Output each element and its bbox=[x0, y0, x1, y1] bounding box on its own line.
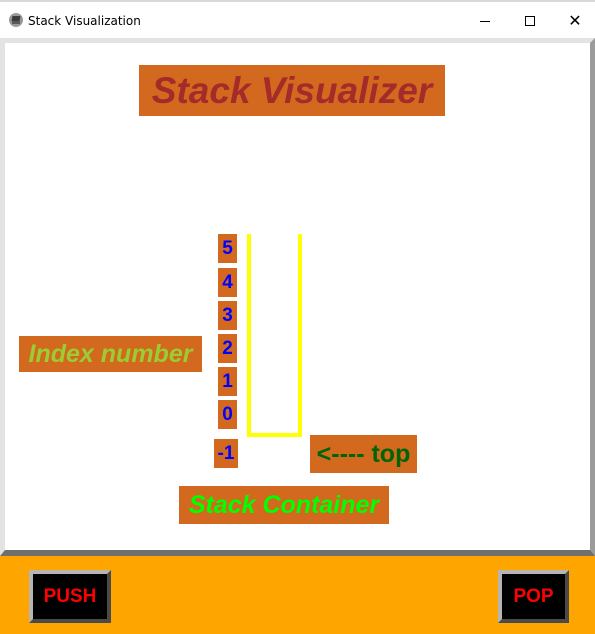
close-icon: ✕ bbox=[568, 11, 582, 30]
index-5: 5 bbox=[218, 234, 237, 263]
minimize-button[interactable] bbox=[462, 2, 508, 40]
title-bar: Stack Visualization ✕ bbox=[0, 0, 595, 38]
push-button[interactable]: PUSH bbox=[29, 570, 111, 623]
page-title: Stack Visualizer bbox=[139, 65, 445, 116]
index-2: 2 bbox=[218, 334, 237, 363]
pop-button[interactable]: POP bbox=[498, 570, 569, 623]
window-title: Stack Visualization bbox=[28, 14, 141, 28]
index-number-label: Index number bbox=[19, 336, 202, 372]
index-3: 3 bbox=[218, 301, 237, 330]
index-4: 4 bbox=[218, 268, 237, 297]
top-pointer-label: <---- top bbox=[310, 435, 417, 473]
index-0: 0 bbox=[218, 400, 237, 429]
control-bar: PUSH POP bbox=[0, 556, 595, 634]
stack-container-label: Stack Container bbox=[179, 486, 389, 524]
index-minus-1: -1 bbox=[214, 439, 238, 468]
maximize-button[interactable] bbox=[507, 2, 553, 40]
index-1: 1 bbox=[218, 367, 237, 396]
stack-app-icon bbox=[9, 13, 23, 27]
stack-canvas: Stack Visualizer Index number 5 4 3 2 1 … bbox=[0, 38, 595, 556]
minimize-icon bbox=[480, 21, 490, 22]
maximize-icon bbox=[525, 16, 535, 26]
stack-container-outline bbox=[247, 234, 302, 437]
close-button[interactable]: ✕ bbox=[552, 2, 595, 40]
